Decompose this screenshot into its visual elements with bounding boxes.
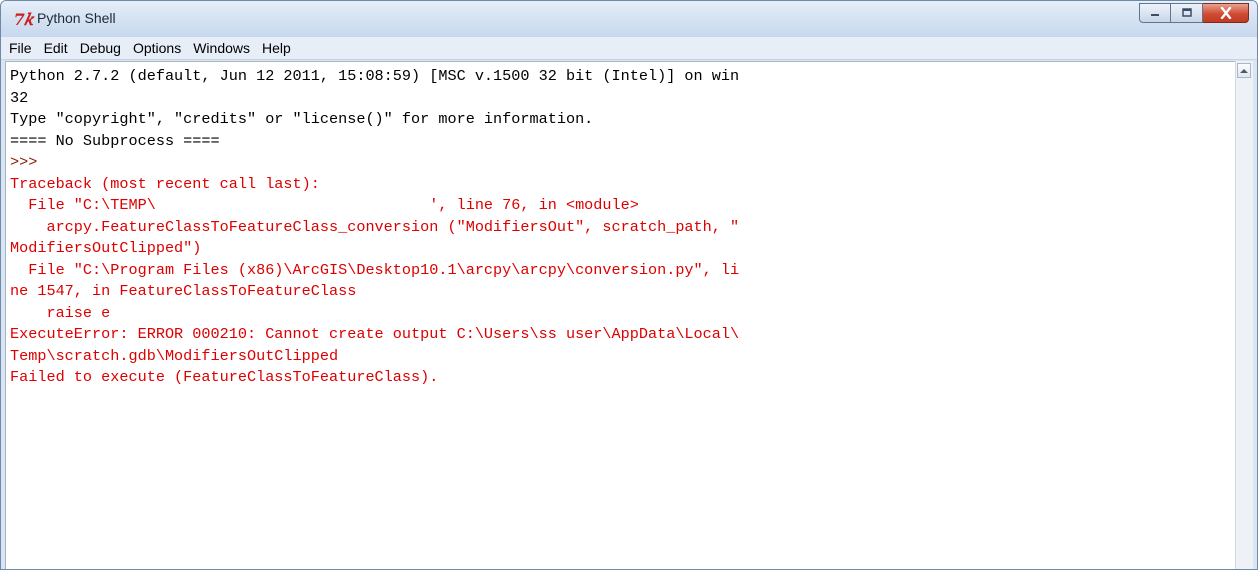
traceback-line: ModifiersOutClipped") [10, 239, 202, 257]
scroll-up-button[interactable] [1237, 63, 1251, 78]
python-shell-window: 7𝑘 Python Shell File Edit Debug Options … [0, 0, 1258, 570]
window-title: Python Shell [37, 10, 116, 26]
console-output[interactable]: Python 2.7.2 (default, Jun 12 2011, 15:0… [10, 66, 1220, 389]
window-controls [1139, 3, 1249, 23]
vertical-scrollbar[interactable] [1235, 61, 1253, 569]
menu-debug[interactable]: Debug [74, 37, 127, 59]
error-message-line: Failed to execute (FeatureClassToFeature… [10, 368, 439, 386]
menu-windows[interactable]: Windows [187, 37, 256, 59]
traceback-line: raise e [10, 303, 111, 322]
menu-options[interactable]: Options [127, 37, 187, 59]
close-icon [1220, 7, 1231, 19]
menu-bar: File Edit Debug Options Windows Help [1, 37, 1257, 60]
menu-file[interactable]: File [1, 37, 38, 59]
traceback-line: File "C:\Program Files (x86)\ArcGIS\Desk… [10, 260, 740, 279]
minimize-icon [1151, 14, 1159, 16]
title-bar[interactable]: 7𝑘 Python Shell [1, 1, 1257, 37]
shell-prompt: >>> [10, 153, 47, 171]
maximize-icon [1181, 8, 1192, 17]
error-message-line: Temp\scratch.gdb\ModifiersOutClipped [10, 346, 339, 365]
traceback-line: Traceback (most recent call last): [10, 174, 320, 193]
subprocess-line: ==== No Subprocess ==== [10, 131, 220, 150]
banner-line: 32 [10, 88, 29, 107]
error-message-line: ExecuteError: ERROR 000210: Cannot creat… [10, 325, 740, 343]
traceback-line: ne 1547, in FeatureClassToFeatureClass [10, 282, 357, 300]
traceback-line: arcpy.FeatureClassToFeatureClass_convers… [10, 217, 740, 236]
minimize-button[interactable] [1139, 3, 1171, 23]
shell-text-area[interactable]: Python 2.7.2 (default, Jun 12 2011, 15:0… [5, 61, 1238, 569]
maximize-button[interactable] [1171, 3, 1203, 23]
info-line: Type "copyright", "credits" or "license(… [10, 110, 594, 128]
traceback-line: File "C:\TEMP\ ', line 76, in <module> [10, 196, 639, 214]
close-button[interactable] [1203, 3, 1249, 23]
scroll-up-arrow-icon [1240, 68, 1248, 73]
menu-edit[interactable]: Edit [38, 37, 74, 59]
banner-line: Python 2.7.2 (default, Jun 12 2011, 15:0… [10, 67, 740, 85]
menu-help[interactable]: Help [256, 37, 297, 59]
idle-python-icon: 7𝑘 [13, 9, 34, 29]
